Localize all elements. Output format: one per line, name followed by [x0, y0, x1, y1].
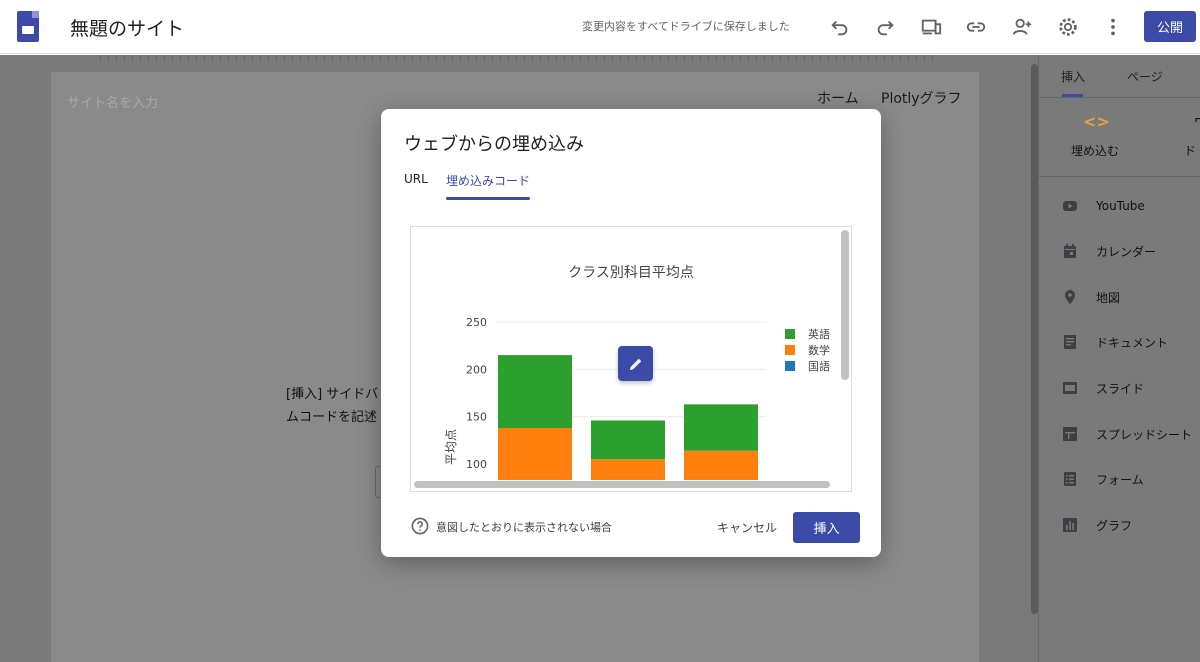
save-status: 変更内容をすべてドライブに保存しました — [582, 20, 790, 33]
share-add-person-icon[interactable] — [1008, 13, 1036, 41]
code-brackets-icon: <> — [1083, 112, 1110, 131]
nav-item-plotly[interactable]: Plotlyグラフ — [881, 88, 962, 108]
tab-embed-code[interactable]: 埋め込みコード — [446, 172, 530, 189]
site-title[interactable]: 無題のサイト — [70, 14, 184, 41]
redo-icon[interactable] — [871, 13, 899, 41]
top-bar: 無題のサイト 変更内容をすべてドライブに保存しました 公開 — [0, 0, 1200, 54]
embed-dialog: ウェブからの埋め込み URL 埋め込みコード クラス別科目平均点 100 150 20… — [381, 109, 881, 557]
ruler — [100, 55, 940, 61]
side-item-label: スライド — [1096, 381, 1145, 396]
calendar-icon — [1062, 243, 1078, 259]
side-item-sheets[interactable]: スプレッドシート — [1062, 424, 1192, 444]
bar-segment — [591, 459, 665, 480]
slides-icon — [1062, 380, 1078, 396]
side-item-slides[interactable]: スライド — [1062, 378, 1144, 398]
side-item-label: 地図 — [1096, 290, 1121, 305]
dialog-title: ウェブからの埋め込み — [404, 134, 584, 155]
side-panel-divider — [1038, 97, 1200, 98]
side-item-map[interactable]: 地図 — [1062, 287, 1120, 307]
legend-swatch — [785, 361, 795, 371]
bar-segment — [684, 450, 758, 480]
bar-segment — [498, 355, 572, 429]
map-pin-icon — [1062, 289, 1078, 305]
y-tick-label: 150 — [466, 411, 487, 424]
legend-label: 数学 — [808, 343, 830, 357]
legend-label: 英語 — [808, 327, 830, 341]
forms-icon — [1062, 471, 1078, 487]
y-axis-label: 平均点 — [444, 429, 458, 465]
help-circle-icon[interactable] — [411, 517, 429, 535]
side-item-forms[interactable]: フォーム — [1062, 469, 1144, 489]
side-item-label: フォーム — [1096, 472, 1144, 487]
side-item-label: スプレッドシート — [1096, 427, 1193, 442]
youtube-icon — [1062, 198, 1078, 214]
active-tab-indicator — [446, 197, 530, 200]
publish-button[interactable]: 公開 — [1144, 11, 1196, 42]
side-panel-divider-2 — [1038, 176, 1200, 177]
drive-icon: ⌐ — [1194, 112, 1200, 128]
legend-label: 国語 — [808, 359, 830, 373]
canvas-scrollbar[interactable] — [1031, 64, 1038, 614]
undo-icon[interactable] — [826, 13, 854, 41]
sheets-icon — [1062, 426, 1078, 442]
side-item-label: YouTube — [1096, 199, 1145, 213]
cancel-button[interactable]: キャンセル — [705, 513, 789, 541]
y-tick-label: 100 — [466, 458, 487, 471]
side-item-docs[interactable]: ドキュメント — [1062, 332, 1168, 352]
side-item-label: ドキュメント — [1096, 335, 1169, 350]
chart-icon — [1062, 517, 1078, 533]
more-vertical-icon[interactable] — [1099, 13, 1127, 41]
bar-segment — [498, 428, 572, 480]
bar-segment — [591, 420, 665, 460]
site-name-input[interactable]: サイト名を入力 — [67, 92, 158, 111]
preview-horizontal-scrollbar[interactable] — [414, 481, 830, 488]
help-link[interactable]: 意図したとおりに表示されない場合 — [436, 519, 612, 535]
insert-button[interactable]: 挿入 — [793, 512, 860, 543]
side-item-label: グラフ — [1096, 518, 1133, 533]
tab-url[interactable]: URL — [404, 172, 428, 186]
pencil-icon — [629, 358, 641, 370]
placeholder-text-line-1: [挿入] サイドバ — [286, 387, 379, 402]
document-icon — [1062, 334, 1078, 350]
preview-devices-icon[interactable] — [917, 13, 945, 41]
tab-insert[interactable]: 挿入 — [1061, 68, 1085, 85]
bar-segment — [684, 404, 758, 451]
sites-logo-icon[interactable] — [17, 11, 39, 42]
chart-title: クラス別科目平均点 — [568, 265, 694, 281]
y-tick-label: 200 — [466, 363, 487, 376]
tab-pages[interactable]: ページ — [1127, 68, 1163, 85]
placeholder-text-line-2: ムコードを記述 — [286, 410, 378, 425]
side-item-youtube[interactable]: YouTube — [1062, 196, 1145, 216]
embed-button[interactable]: 埋め込む — [1071, 142, 1119, 159]
y-tick-label: 250 — [466, 316, 487, 329]
drive-button[interactable]: ド — [1184, 142, 1196, 159]
nav-item-home[interactable]: ホーム — [817, 88, 859, 108]
settings-gear-icon[interactable] — [1054, 13, 1082, 41]
link-icon[interactable] — [962, 13, 990, 41]
side-item-calendar[interactable]: カレンダー — [1062, 241, 1156, 261]
preview-vertical-scrollbar[interactable] — [841, 230, 849, 380]
side-item-charts[interactable]: グラフ — [1062, 515, 1132, 535]
legend-swatch — [785, 329, 795, 339]
edit-embed-button[interactable] — [618, 346, 653, 381]
side-item-label: カレンダー — [1096, 244, 1157, 259]
legend-swatch — [785, 345, 795, 355]
